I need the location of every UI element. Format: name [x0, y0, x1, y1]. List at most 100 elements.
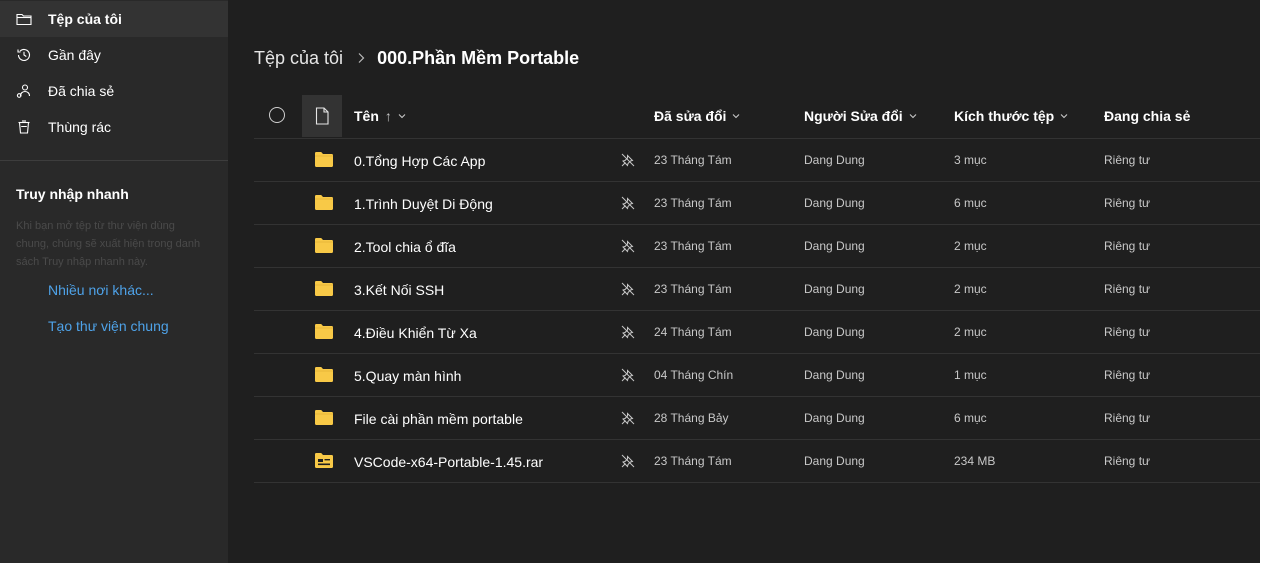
file-sharing: Riêng tư	[1104, 454, 1151, 468]
column-header-modified[interactable]: Đã sửa đổi	[654, 108, 740, 124]
file-modified-by: Dang Dung	[804, 196, 865, 210]
shared-icon	[16, 84, 31, 98]
nav-shared-label: Đã chia sẻ	[48, 83, 115, 99]
file-row[interactable]: 3.Kết Nối SSH 23 Tháng Tám Dang Dung 2 m…	[254, 268, 1260, 311]
recycle-bin-icon	[18, 120, 30, 134]
chevron-down-icon	[398, 114, 406, 119]
file-row[interactable]: File cài phần mềm portable 28 Tháng Bảy …	[254, 397, 1260, 440]
file-modified-by: Dang Dung	[804, 153, 865, 167]
quick-access-description: Khi bạn mở tệp từ thư viện dùng chung, c…	[16, 220, 201, 268]
file-modified: 23 Tháng Tám	[654, 282, 732, 296]
file-row[interactable]: 5.Quay màn hình 04 Tháng Chín Dang Dung …	[254, 354, 1260, 397]
breadcrumb-root[interactable]: Tệp của tôi	[254, 48, 343, 69]
folder-icon	[315, 238, 333, 253]
column-header-modified-by-label: Người Sửa đổi	[804, 108, 903, 124]
pin-off-icon[interactable]	[621, 153, 635, 167]
file-modified: 23 Tháng Tám	[654, 239, 732, 253]
column-header-name-label: Tên	[354, 108, 379, 124]
file-size: 234 MB	[954, 454, 996, 468]
file-modified-by: Dang Dung	[804, 282, 865, 296]
file-modified: 23 Tháng Tám	[654, 454, 732, 468]
file-name[interactable]: 3.Kết Nối SSH	[354, 282, 444, 298]
chevron-down-icon	[733, 114, 740, 119]
pin-off-icon[interactable]	[621, 196, 635, 210]
document-icon	[315, 107, 329, 125]
file-sharing: Riêng tư	[1104, 282, 1151, 296]
folder-icon	[16, 13, 32, 26]
file-modified-by: Dang Dung	[804, 411, 865, 425]
create-shared-library-link[interactable]: Tạo thư viện chung	[48, 318, 169, 334]
file-sharing: Riêng tư	[1104, 239, 1151, 253]
column-header-name[interactable]: Tên ↑	[354, 108, 406, 124]
chevron-down-icon	[909, 114, 917, 119]
file-name[interactable]: File cài phần mềm portable	[354, 411, 523, 427]
window-edge	[1260, 0, 1264, 563]
file-size: 2 mục	[954, 282, 987, 296]
file-size: 2 mục	[954, 239, 987, 253]
column-header-modified-label: Đã sửa đổi	[654, 108, 727, 124]
file-name[interactable]: 5.Quay màn hình	[354, 368, 461, 384]
nav-recycle-bin[interactable]: Thùng rác	[0, 109, 228, 145]
file-name[interactable]: 4.Điều Khiển Từ Xa	[354, 325, 477, 341]
nav-recycle-bin-label: Thùng rác	[48, 119, 112, 135]
chevron-down-icon	[1060, 114, 1068, 119]
main-content: Tệp của tôi 000.Phần Mềm Portable Tên ↑ …	[228, 0, 1260, 563]
more-places-link[interactable]: Nhiều nơi khác...	[48, 282, 154, 298]
nav-recent[interactable]: Gần đây	[0, 37, 228, 73]
column-header-size[interactable]: Kích thước tệp	[954, 108, 1068, 124]
file-modified: 28 Tháng Bảy	[654, 411, 729, 425]
file-size: 6 mục	[954, 196, 987, 210]
nav-my-files-label: Tệp của tôi	[48, 11, 122, 27]
file-modified: 23 Tháng Tám	[654, 196, 732, 210]
pin-off-icon[interactable]	[621, 325, 635, 339]
file-name[interactable]: 1.Trình Duyệt Di Động	[354, 196, 493, 212]
pin-off-icon[interactable]	[621, 282, 635, 296]
file-sharing: Riêng tư	[1104, 153, 1151, 167]
file-size: 3 mục	[954, 153, 987, 167]
file-modified-by: Dang Dung	[804, 325, 865, 339]
file-sharing: Riêng tư	[1104, 325, 1151, 339]
file-modified: 23 Tháng Tám	[654, 153, 732, 167]
breadcrumb: Tệp của tôi 000.Phần Mềm Portable	[254, 46, 579, 70]
file-type-column-header[interactable]	[302, 95, 342, 137]
pin-off-icon[interactable]	[621, 239, 635, 253]
column-header-sharing[interactable]: Đang chia sẻ	[1104, 108, 1190, 124]
file-row[interactable]: VSCode-x64-Portable-1.45.rar 23 Tháng Tá…	[254, 440, 1260, 483]
column-header-row: Tên ↑ Đã sửa đổi Người Sửa đổi Kích thướ…	[254, 95, 1260, 139]
file-name[interactable]: 0.Tổng Hợp Các App	[354, 153, 485, 169]
sidebar-divider	[0, 160, 228, 161]
file-modified: 04 Tháng Chín	[654, 368, 734, 382]
file-row[interactable]: 2.Tool chia ổ đĩa 23 Tháng Tám Dang Dung…	[254, 225, 1260, 268]
nav-shared[interactable]: Đã chia sẻ	[0, 73, 228, 109]
pin-off-icon[interactable]	[621, 411, 635, 425]
pin-off-icon[interactable]	[621, 368, 635, 382]
file-size: 2 mục	[954, 325, 987, 339]
file-sharing: Riêng tư	[1104, 196, 1151, 210]
nav-my-files[interactable]: Tệp của tôi	[0, 1, 228, 37]
folder-icon	[315, 152, 333, 167]
nav-recent-label: Gần đây	[48, 47, 101, 63]
folder-icon	[315, 410, 333, 425]
file-sharing: Riêng tư	[1104, 411, 1151, 425]
file-modified-by: Dang Dung	[804, 239, 865, 253]
file-name[interactable]: VSCode-x64-Portable-1.45.rar	[354, 454, 543, 470]
sidebar: Tệp của tôi Gần đây Đã chia sẻ Thùng rác…	[0, 0, 228, 563]
column-header-modified-by[interactable]: Người Sửa đổi	[804, 108, 917, 124]
chevron-right-icon	[358, 53, 365, 63]
file-modified-by: Dang Dung	[804, 454, 865, 468]
sort-ascending-icon: ↑	[384, 108, 392, 124]
column-header-size-label: Kích thước tệp	[954, 108, 1055, 124]
file-row[interactable]: 0.Tổng Hợp Các App 23 Tháng Tám Dang Dun…	[254, 139, 1260, 182]
folder-icon	[315, 195, 333, 210]
pin-off-icon[interactable]	[621, 454, 635, 468]
breadcrumb-current: 000.Phần Mềm Portable	[377, 47, 580, 68]
folder-icon	[315, 281, 333, 296]
recent-icon	[17, 48, 31, 61]
file-row[interactable]: 1.Trình Duyệt Di Động 23 Tháng Tám Dang …	[254, 182, 1260, 225]
select-all-checkbox[interactable]	[269, 107, 285, 123]
file-row[interactable]: 4.Điều Khiển Từ Xa 24 Tháng Tám Dang Dun…	[254, 311, 1260, 354]
column-header-sharing-label: Đang chia sẻ	[1104, 108, 1191, 124]
folder-icon	[315, 367, 333, 382]
file-name[interactable]: 2.Tool chia ổ đĩa	[354, 239, 456, 255]
file-sharing: Riêng tư	[1104, 368, 1151, 382]
